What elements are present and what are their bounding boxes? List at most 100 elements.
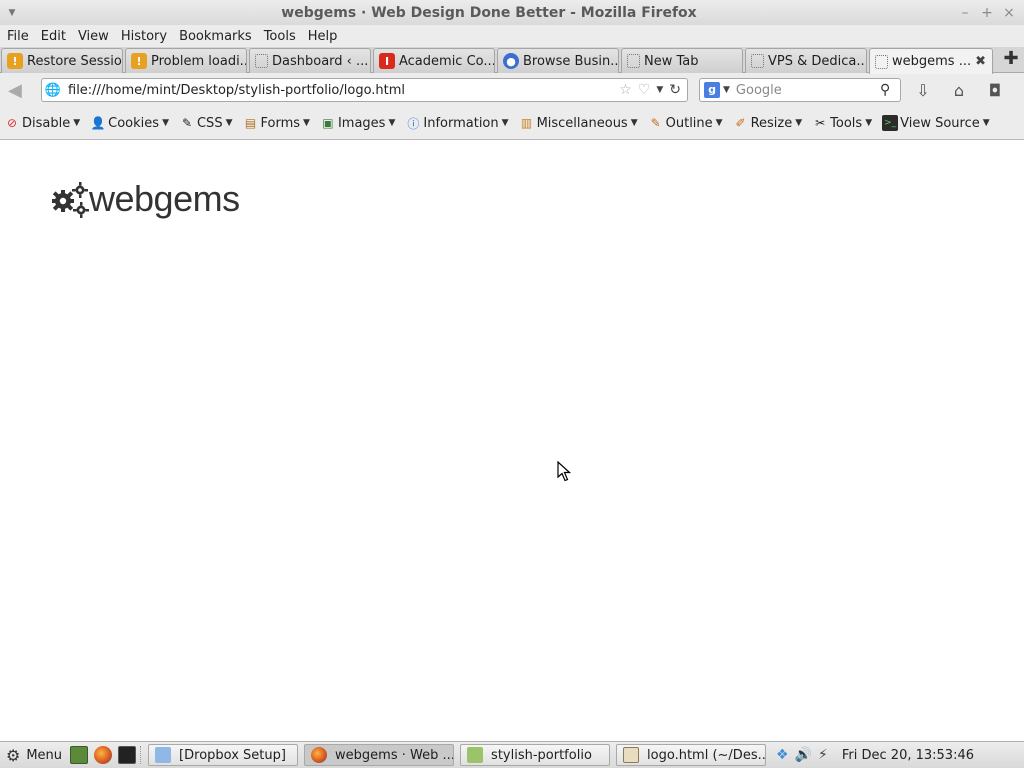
tab-new-tab[interactable]: New Tab xyxy=(621,48,743,73)
maximize-button[interactable]: + xyxy=(976,5,998,21)
tab-browse-business[interactable]: ● Browse Busin... xyxy=(497,48,619,73)
search-bar[interactable]: g ▼ Google ⚲ xyxy=(699,78,901,102)
close-tab-icon[interactable]: ✖ xyxy=(975,54,986,69)
tab-restore-session[interactable]: ! Restore Session xyxy=(1,48,123,73)
misc-icon: ▥ xyxy=(520,116,533,130)
mouse-cursor-icon xyxy=(557,461,571,482)
network-icon[interactable]: ⚡ xyxy=(818,747,828,763)
devbar-miscellaneous[interactable]: ▥ Miscellaneous ▼ xyxy=(519,115,638,131)
bookmark-star-icon[interactable]: ☆ xyxy=(619,82,632,98)
taskbar: ⚙ Menu [Dropbox Setup] webgems · Web ...… xyxy=(0,741,1024,768)
search-icon[interactable]: ⚲ xyxy=(880,82,900,98)
menu-history[interactable]: History xyxy=(115,29,173,44)
gears-icon xyxy=(52,182,89,218)
menu-view[interactable]: View xyxy=(72,29,115,44)
folder-icon xyxy=(467,747,484,763)
firefox-icon xyxy=(311,747,328,763)
chevron-down-icon: ▼ xyxy=(225,118,233,128)
firefox-launcher-icon[interactable] xyxy=(94,746,113,764)
page-content: webgems xyxy=(0,140,1024,740)
task-file-manager[interactable]: stylish-portfolio xyxy=(460,744,611,766)
url-bar[interactable]: 🌐 file:///home/mint/Desktop/stylish-port… xyxy=(41,78,688,102)
clipboard-icon: ▤ xyxy=(244,116,257,130)
devbar-cookies[interactable]: 👤 Cookies ▼ xyxy=(90,115,169,131)
url-text[interactable]: file:///home/mint/Desktop/stylish-portfo… xyxy=(64,83,619,98)
chevron-down-icon: ▼ xyxy=(795,118,803,128)
terminal-launcher-icon[interactable] xyxy=(118,746,137,764)
chevron-down-icon: ▼ xyxy=(630,118,638,128)
task-dropbox-setup[interactable]: [Dropbox Setup] xyxy=(148,744,299,766)
reload-icon[interactable]: ↻ xyxy=(669,82,681,98)
dropbox-icon xyxy=(155,747,172,763)
search-input[interactable]: Google xyxy=(736,83,880,98)
devbar-outline[interactable]: ✎ Outline ▼ xyxy=(648,115,723,131)
window-title: webgems · Web Design Done Better - Mozil… xyxy=(281,4,697,21)
task-text-editor[interactable]: logo.html (~/Des... xyxy=(616,744,767,766)
menu-help[interactable]: Help xyxy=(302,29,344,44)
show-desktop-icon[interactable] xyxy=(70,746,89,764)
tab-webgems[interactable]: webgems ... ✖ xyxy=(869,48,993,74)
home-icon[interactable]: ⌂ xyxy=(948,81,970,101)
chevron-down-icon: ▼ xyxy=(982,118,990,128)
search-engine-dropdown-icon[interactable]: ▼ xyxy=(723,85,730,95)
window-menu-arrow-icon[interactable]: ▼ xyxy=(0,8,24,18)
devbar-label: Tools xyxy=(830,115,863,131)
outline-pencil-icon: ✎ xyxy=(650,116,661,130)
devbar-label: Images xyxy=(337,115,386,131)
blank-page-icon xyxy=(627,54,640,68)
terminal-icon: >_ xyxy=(882,115,899,131)
start-menu-button[interactable]: ⚙ Menu xyxy=(0,746,68,765)
close-window-button[interactable]: × xyxy=(998,5,1020,21)
restore-icon: ! xyxy=(7,53,23,69)
blank-page-icon xyxy=(875,54,888,69)
dropdown-arrow-icon[interactable]: ▼ xyxy=(656,82,663,98)
pocket-icon[interactable]: ◘ xyxy=(984,81,1006,101)
drop-icon: ● xyxy=(503,53,519,69)
menubar: File Edit View History Bookmarks Tools H… xyxy=(0,25,1024,47)
devbar-label: Forms xyxy=(260,115,301,131)
tab-label: webgems ... xyxy=(892,54,972,69)
tab-label: VPS & Dedica... xyxy=(768,53,867,69)
css-pencil-icon: ✎ xyxy=(181,116,193,130)
devbar-css[interactable]: ✎ CSS ▼ xyxy=(179,115,233,131)
blank-page-icon xyxy=(255,54,268,68)
devbar-forms[interactable]: ▤ Forms ▼ xyxy=(243,115,310,131)
menu-tools[interactable]: Tools xyxy=(258,29,302,44)
chevron-down-icon: ▼ xyxy=(162,118,169,128)
tab-academic[interactable]: I Academic Co... xyxy=(373,48,495,73)
chevron-down-icon: ▼ xyxy=(388,118,396,128)
tab-dashboard[interactable]: Dashboard ‹ ... xyxy=(249,48,371,73)
volume-icon[interactable]: 🔊 xyxy=(795,747,812,763)
devbar-label: View Source xyxy=(900,115,980,131)
back-arrow-icon[interactable]: ◀ xyxy=(8,80,28,101)
menu-file[interactable]: File xyxy=(1,29,35,44)
download-icon[interactable]: ⇩ xyxy=(912,81,934,101)
info-icon: ⓘ xyxy=(407,116,420,131)
minimize-button[interactable]: – xyxy=(954,5,976,21)
dropbox-tray-icon[interactable]: ❖ xyxy=(776,747,789,763)
devbar-label: Miscellaneous xyxy=(536,115,628,131)
new-tab-button[interactable]: ✚ xyxy=(1001,50,1021,70)
menu-edit[interactable]: Edit xyxy=(35,29,72,44)
devbar-tools[interactable]: ✂ Tools ▼ xyxy=(812,115,872,131)
devbar-view-source[interactable]: >_ View Source ▼ xyxy=(882,115,990,131)
clock[interactable]: Fri Dec 20, 13:53:46 xyxy=(842,748,974,763)
tab-vps[interactable]: VPS & Dedica... xyxy=(745,48,867,73)
resize-ruler-icon: ✐ xyxy=(735,116,746,130)
tab-label: Dashboard ‹ ... xyxy=(272,53,369,69)
menu-bookmarks[interactable]: Bookmarks xyxy=(173,29,258,44)
red-i-icon: I xyxy=(379,53,395,69)
navigation-bar: ◀ 🌐 file:///home/mint/Desktop/stylish-po… xyxy=(0,73,1024,107)
devbar-images[interactable]: ▣ Images ▼ xyxy=(320,115,395,131)
devbar-label: Information xyxy=(423,115,499,131)
devbar-information[interactable]: ⓘ Information ▼ xyxy=(405,115,508,131)
devbar-disable[interactable]: ⊘ Disable ▼ xyxy=(4,115,80,131)
task-label: webgems · Web ... xyxy=(335,747,455,763)
task-firefox[interactable]: webgems · Web ... xyxy=(304,744,455,766)
tab-label: Problem loadi... xyxy=(151,53,247,69)
devbar-resize[interactable]: ✐ Resize ▼ xyxy=(733,115,803,131)
pocket-icon[interactable]: ♡ xyxy=(638,82,651,98)
tab-problem-loading[interactable]: ! Problem loadi... xyxy=(125,48,247,73)
task-label: [Dropbox Setup] xyxy=(179,747,286,763)
google-icon[interactable]: g xyxy=(704,82,720,98)
